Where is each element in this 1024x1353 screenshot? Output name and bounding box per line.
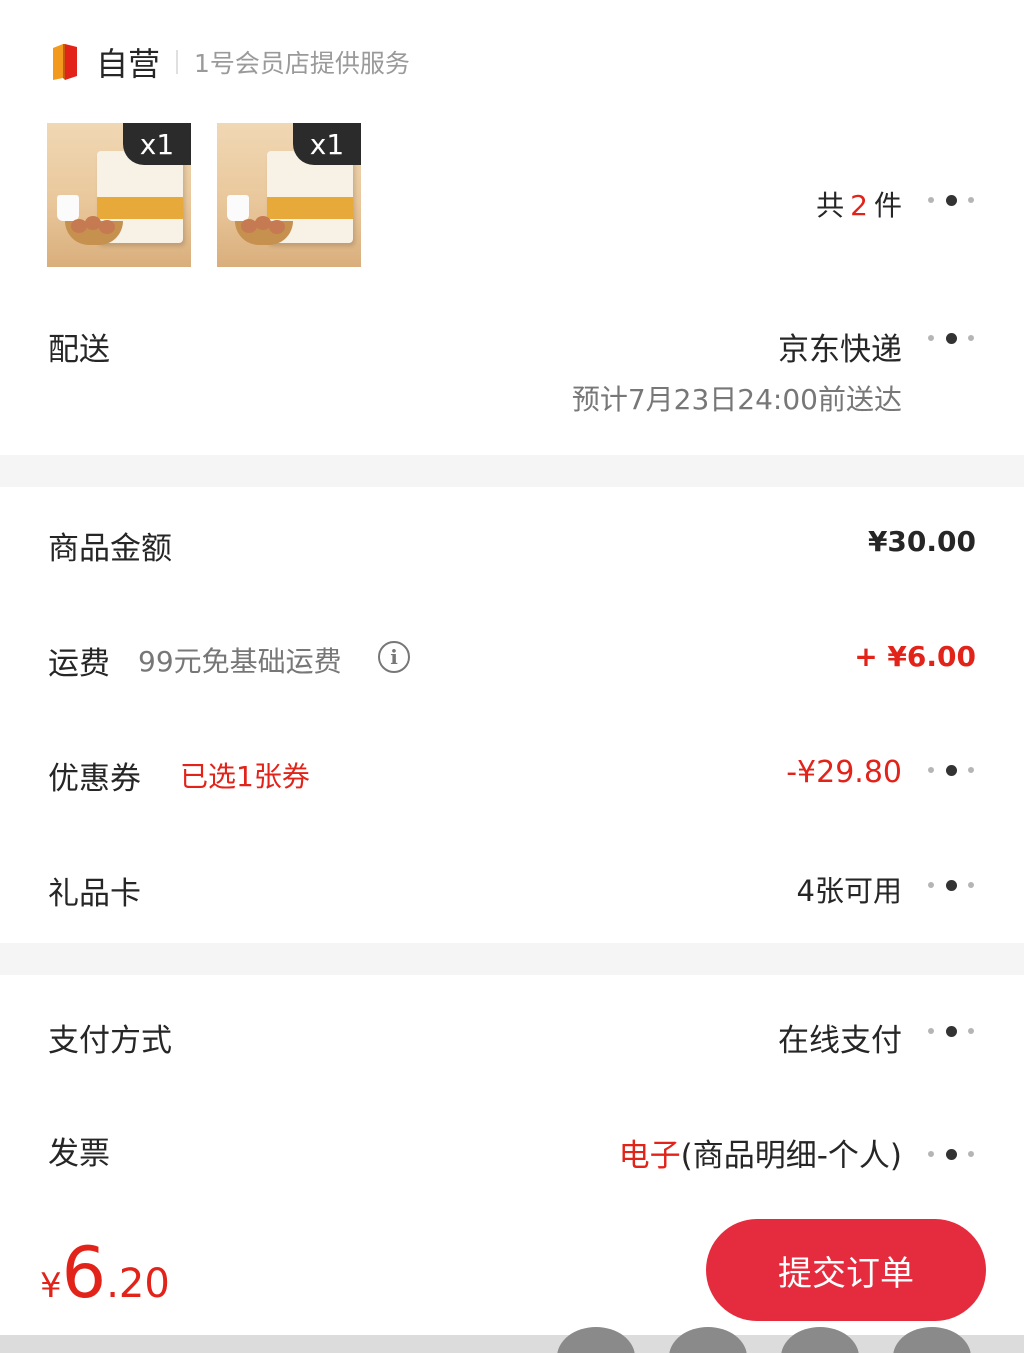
quantity-badge: x1: [123, 123, 191, 165]
more-dots-icon[interactable]: [928, 332, 974, 344]
coupon-label: 优惠券: [48, 761, 141, 797]
quantity-badge: x1: [293, 123, 361, 165]
more-dots-icon[interactable]: [928, 764, 974, 776]
giftcard-label: 礼品卡: [48, 876, 141, 912]
shipping-value: + ¥6.00: [854, 640, 976, 673]
payment-method-label: 支付方式: [48, 1023, 172, 1059]
invoice-detail: (商品明细-个人): [680, 1138, 902, 1174]
order-items-card: 自营 1号会员店提供服务 x1 x1 共2件 配送 京东快递 预计7月23日24…: [0, 0, 1024, 455]
giftcard-value[interactable]: 4张可用: [797, 868, 902, 910]
coupon-value[interactable]: -¥29.80: [786, 755, 902, 790]
submit-order-button[interactable]: 提交订单: [706, 1219, 986, 1321]
store-name: 自营: [96, 45, 161, 83]
invoice-label: 发票: [48, 1136, 110, 1172]
item-count-prefix: 共: [816, 189, 845, 222]
store-service-text: 1号会员店提供服务: [194, 49, 410, 78]
info-icon[interactable]: i: [378, 641, 410, 673]
product-thumbnail[interactable]: x1: [47, 123, 191, 267]
product-thumbnail[interactable]: x1: [217, 123, 361, 267]
store-logo-icon: [50, 42, 80, 82]
item-count-suffix: 件: [873, 189, 902, 222]
submit-order-label: 提交订单: [778, 1253, 914, 1294]
store-divider: [176, 50, 179, 74]
goods-amount-value: ¥30.00: [867, 525, 976, 558]
total-decimal: .20: [106, 1261, 170, 1307]
item-count[interactable]: 共2件: [816, 184, 902, 224]
delivery-label: 配送: [48, 332, 110, 368]
payment-method-value[interactable]: 在线支付: [778, 1015, 902, 1060]
store-header: 自营 1号会员店提供服务: [50, 40, 410, 84]
shipping-note: 99元免基础运费: [138, 645, 342, 678]
more-dots-icon[interactable]: [928, 1025, 974, 1037]
total-integer: 6: [61, 1232, 107, 1314]
coupon-note[interactable]: 已选1张券: [180, 755, 310, 795]
amounts-card: 商品金额 ¥30.00 运费 99元免基础运费 i + ¥6.00 优惠券 已选…: [0, 487, 1024, 943]
invoice-type: 电子: [618, 1138, 681, 1174]
item-count-number: 2: [850, 189, 868, 222]
payment-card: 支付方式 在线支付 发票 电子(商品明细-个人): [0, 975, 1024, 1205]
total-currency: ¥: [40, 1266, 62, 1306]
delivery-carrier[interactable]: 京东快递: [778, 324, 902, 369]
more-dots-icon[interactable]: [928, 879, 974, 891]
more-dots-icon[interactable]: [928, 1148, 974, 1160]
more-dots-icon[interactable]: [928, 194, 974, 206]
delivery-estimate: 预计7月23日24:00前送达: [571, 383, 902, 416]
goods-amount-label: 商品金额: [48, 531, 172, 567]
invoice-value[interactable]: 电子(商品明细-个人): [619, 1130, 902, 1175]
order-total: ¥6.20: [40, 1232, 170, 1314]
system-nav-bar: [0, 1335, 1024, 1353]
shipping-label: 运费: [48, 646, 110, 682]
